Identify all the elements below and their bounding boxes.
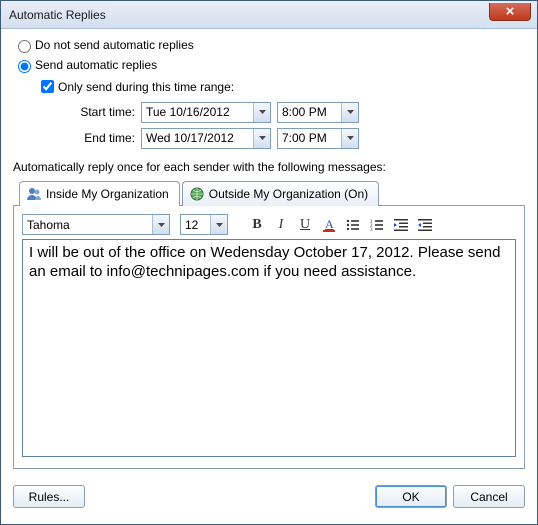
radio-send[interactable]: Send automatic replies	[13, 57, 525, 73]
start-date-value: Tue 10/16/2012	[142, 105, 234, 119]
chevron-down-icon	[152, 215, 169, 234]
people-icon	[26, 186, 42, 202]
cancel-button[interactable]: Cancel	[453, 485, 525, 508]
radio-dont-send-label: Do not send automatic replies	[35, 38, 194, 52]
indent-button[interactable]	[415, 215, 435, 235]
bold-button[interactable]: B	[247, 215, 267, 235]
radio-send-input[interactable]	[18, 60, 31, 73]
svg-text:3: 3	[370, 228, 373, 233]
italic-button[interactable]: I	[271, 215, 291, 235]
ok-button[interactable]: OK	[375, 485, 447, 508]
radio-dont-send[interactable]: Do not send automatic replies	[13, 37, 525, 53]
tab-outside-label: Outside My Organization (On)	[209, 187, 368, 201]
font-name-value: Tahoma	[23, 218, 74, 232]
end-time-row: End time: Wed 10/17/2012 7:00 PM	[73, 126, 525, 150]
checkbox-only-send[interactable]: Only send during this time range:	[37, 77, 525, 96]
globe-people-icon	[189, 186, 205, 202]
svg-text:A: A	[325, 217, 334, 231]
editor-toolbar: Tahoma 12 B I U A 123	[22, 214, 516, 235]
chevron-down-icon	[341, 129, 358, 148]
end-date-value: Wed 10/17/2012	[142, 131, 238, 145]
font-name-combo[interactable]: Tahoma	[22, 214, 170, 235]
chevron-down-icon	[253, 129, 270, 148]
tab-panel: Tahoma 12 B I U A 123	[13, 205, 525, 469]
dialog-footer: Rules... OK Cancel	[1, 479, 537, 518]
start-time-combo[interactable]: 8:00 PM	[277, 102, 359, 123]
close-button[interactable]: ×	[489, 3, 531, 21]
tab-inside-label: Inside My Organization	[46, 187, 169, 201]
window-title: Automatic Replies	[9, 8, 106, 22]
font-size-value: 12	[181, 218, 202, 232]
titlebar: Automatic Replies ×	[1, 1, 537, 29]
end-time-combo[interactable]: 7:00 PM	[277, 128, 359, 149]
auto-reply-section-label: Automatically reply once for each sender…	[13, 160, 525, 174]
bullet-list-button[interactable]	[343, 215, 363, 235]
font-size-combo[interactable]: 12	[180, 214, 228, 235]
numbered-list-button[interactable]: 123	[367, 215, 387, 235]
font-color-button[interactable]: A	[319, 215, 339, 235]
end-date-combo[interactable]: Wed 10/17/2012	[141, 128, 271, 149]
underline-button[interactable]: U	[295, 215, 315, 235]
start-time-row: Start time: Tue 10/16/2012 8:00 PM	[73, 100, 525, 124]
chevron-down-icon	[210, 215, 227, 234]
close-icon: ×	[506, 7, 515, 17]
checkbox-only-send-label: Only send during this time range:	[58, 80, 234, 94]
start-time-value: 8:00 PM	[278, 105, 331, 119]
end-time-value: 7:00 PM	[278, 131, 331, 145]
radio-send-label: Send automatic replies	[35, 58, 157, 72]
end-time-label: End time:	[73, 131, 141, 145]
tab-strip: Inside My Organization Outside My Organi…	[19, 181, 525, 206]
rules-button[interactable]: Rules...	[13, 485, 85, 508]
message-editor[interactable]	[22, 239, 516, 457]
start-time-label: Start time:	[73, 105, 141, 119]
time-range-grid: Start time: Tue 10/16/2012 8:00 PM End t…	[73, 100, 525, 150]
chevron-down-icon	[253, 103, 270, 122]
start-date-combo[interactable]: Tue 10/16/2012	[141, 102, 271, 123]
outdent-button[interactable]	[391, 215, 411, 235]
checkbox-only-send-input[interactable]	[41, 80, 54, 93]
tab-inside-organization[interactable]: Inside My Organization	[19, 181, 180, 206]
chevron-down-icon	[341, 103, 358, 122]
radio-dont-send-input[interactable]	[18, 40, 31, 53]
dialog-content: Do not send automatic replies Send autom…	[1, 29, 537, 479]
tab-outside-organization[interactable]: Outside My Organization (On)	[182, 181, 379, 206]
